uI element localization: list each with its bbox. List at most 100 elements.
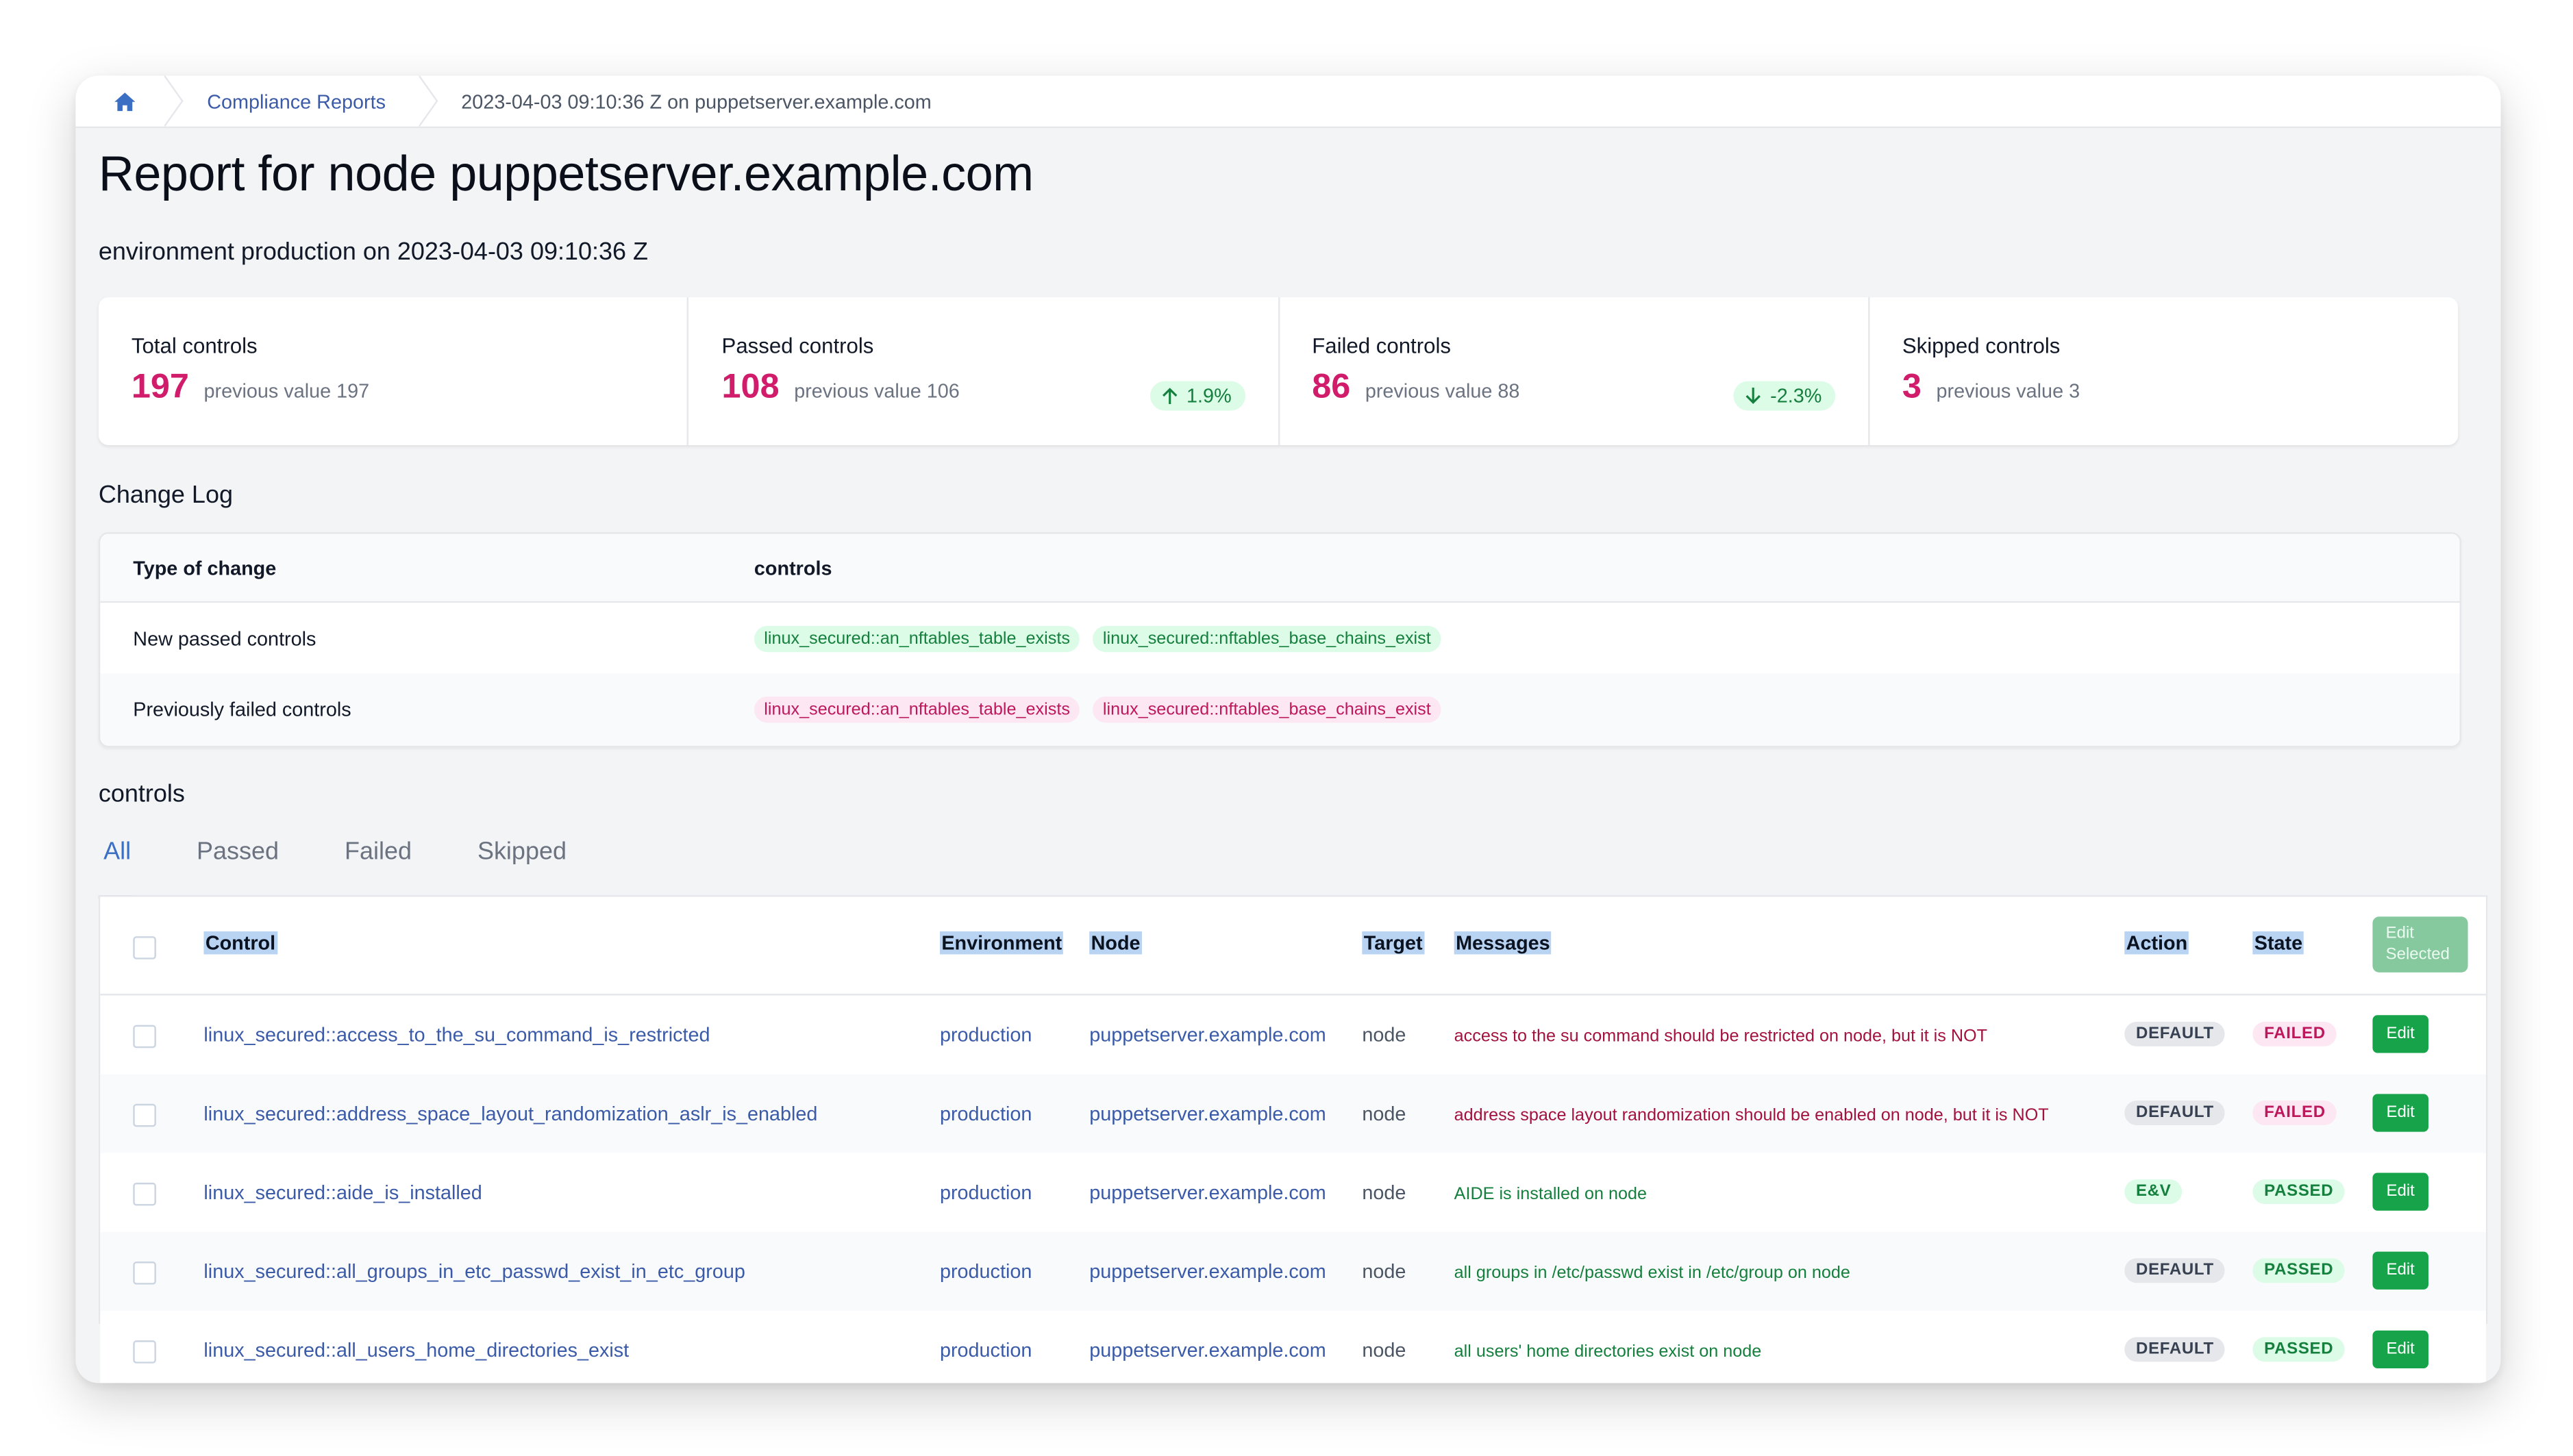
- target-cell: node: [1362, 1338, 1406, 1362]
- environment-link[interactable]: production: [940, 1181, 1032, 1205]
- state-badge: PASSED: [2252, 1179, 2346, 1205]
- stat-value: 3: [1902, 368, 1922, 406]
- stat-label: Failed controls: [1312, 333, 1451, 358]
- action-badge: E&V: [2124, 1179, 2183, 1205]
- control-pill: linux_secured::an_nftables_table_exists: [754, 696, 1080, 723]
- tab-passed[interactable]: Passed: [192, 838, 284, 866]
- stat-value: 197: [131, 368, 189, 406]
- action-badge: DEFAULT: [2124, 1337, 2226, 1362]
- changelog-row: New passed controls linux_secured::an_nf…: [100, 603, 2460, 674]
- edit-button[interactable]: Edit: [2372, 1251, 2428, 1290]
- app-window: Compliance Reports 2023-04-03 09:10:36 Z…: [75, 75, 2501, 1383]
- message-cell: access to the su command should be restr…: [1454, 1027, 1987, 1046]
- environment-link[interactable]: production: [940, 1023, 1032, 1046]
- environment-link[interactable]: production: [940, 1102, 1032, 1125]
- arrow-up-icon: [1163, 388, 1178, 405]
- control-link[interactable]: linux_secured::all_groups_in_etc_passwd_…: [203, 1260, 745, 1283]
- row-checkbox[interactable]: [133, 1025, 156, 1049]
- stat-label: Passed controls: [721, 333, 874, 358]
- node-link[interactable]: puppetserver.example.com: [1089, 1102, 1326, 1125]
- environment-link[interactable]: production: [940, 1260, 1032, 1283]
- breadcrumb-current: 2023-04-03 09:10:36 Z on puppetserver.ex…: [461, 89, 932, 113]
- state-badge: FAILED: [2252, 1100, 2337, 1125]
- table-row: linux_secured::address_space_layout_rand…: [100, 1074, 2486, 1153]
- table-row: linux_secured::access_to_the_su_command_…: [100, 995, 2486, 1074]
- changelog-type: Previously failed controls: [133, 698, 351, 721]
- node-link[interactable]: puppetserver.example.com: [1089, 1339, 1326, 1362]
- stat-previous: previous value 197: [203, 379, 370, 403]
- controls-tabs: All Passed Failed Skipped: [98, 838, 627, 899]
- control-link[interactable]: linux_secured::access_to_the_su_command_…: [203, 1023, 710, 1046]
- edit-selected-button[interactable]: Edit Selected: [2372, 916, 2468, 972]
- target-cell: node: [1362, 1102, 1406, 1125]
- message-cell: all users' home directories exist on nod…: [1454, 1342, 1762, 1362]
- stat-previous: previous value 88: [1365, 379, 1520, 403]
- target-cell: node: [1362, 1023, 1406, 1046]
- changelog-row: Previously failed controls linux_secured…: [100, 673, 2460, 746]
- control-link[interactable]: linux_secured::aide_is_installed: [203, 1181, 482, 1205]
- stat-total: Total controls 197 previous value 197: [99, 297, 689, 445]
- changelog-type: New passed controls: [133, 627, 316, 650]
- header-target[interactable]: Target: [1362, 931, 1425, 955]
- state-badge: PASSED: [2252, 1258, 2346, 1283]
- changelog-header-type: Type of change: [133, 555, 277, 579]
- tab-failed[interactable]: Failed: [340, 838, 417, 866]
- table-header: Control Environment Node Target Messages…: [100, 896, 2486, 996]
- message-cell: AIDE is installed on node: [1454, 1184, 1648, 1205]
- breadcrumb: Compliance Reports 2023-04-03 09:10:36 Z…: [75, 75, 2501, 129]
- page-title: Report for node puppetserver.example.com: [98, 147, 1034, 203]
- arrow-down-icon: [1746, 388, 1761, 404]
- header-messages[interactable]: Messages: [1454, 931, 1552, 955]
- row-checkbox[interactable]: [133, 1262, 156, 1285]
- controls-table: Control Environment Node Target Messages…: [98, 895, 2488, 1383]
- control-pill: linux_secured::nftables_base_chains_exis…: [1093, 625, 1441, 652]
- action-badge: DEFAULT: [2124, 1021, 2226, 1046]
- breadcrumb-home[interactable]: [75, 75, 184, 127]
- row-checkbox[interactable]: [133, 1340, 156, 1364]
- delta-badge: 1.9%: [1150, 381, 1245, 411]
- tab-skipped[interactable]: Skipped: [473, 838, 571, 866]
- stat-failed: Failed controls 86 previous value 88 -2.…: [1279, 297, 1869, 445]
- stat-previous: previous value 3: [1936, 379, 2080, 403]
- tab-all[interactable]: All: [98, 838, 136, 899]
- changelog-title: Change Log: [98, 481, 233, 510]
- header-environment[interactable]: Environment: [939, 931, 1064, 955]
- delta-value: -2.3%: [1770, 384, 1822, 407]
- breadcrumb-compliance-reports[interactable]: Compliance Reports: [207, 90, 386, 113]
- table-row: linux_secured::aide_is_installed product…: [100, 1153, 2486, 1232]
- target-cell: node: [1362, 1259, 1406, 1283]
- control-link[interactable]: linux_secured::address_space_layout_rand…: [203, 1102, 817, 1125]
- header-action[interactable]: Action: [2124, 931, 2189, 955]
- header-state[interactable]: State: [2252, 931, 2304, 955]
- stats-panel: Total controls 197 previous value 197 Pa…: [98, 297, 2459, 445]
- select-all-checkbox[interactable]: [133, 936, 156, 959]
- breadcrumb-separator-icon: [418, 75, 438, 127]
- stat-label: Total controls: [131, 333, 258, 358]
- header-node[interactable]: Node: [1089, 931, 1142, 955]
- target-cell: node: [1362, 1181, 1406, 1205]
- row-checkbox[interactable]: [133, 1182, 156, 1206]
- state-badge: PASSED: [2252, 1337, 2346, 1362]
- page-subtitle: environment production on 2023-04-03 09:…: [98, 238, 648, 266]
- delta-value: 1.9%: [1186, 384, 1232, 407]
- stat-previous: previous value 106: [794, 379, 960, 403]
- edit-button[interactable]: Edit: [2372, 1330, 2428, 1368]
- node-link[interactable]: puppetserver.example.com: [1089, 1023, 1326, 1046]
- message-cell: address space layout randomization shoul…: [1454, 1105, 2049, 1125]
- environment-link[interactable]: production: [940, 1339, 1032, 1362]
- changelog-table: Type of change controls New passed contr…: [98, 532, 2461, 748]
- edit-button[interactable]: Edit: [2372, 1094, 2428, 1132]
- stat-passed: Passed controls 108 previous value 106 1…: [689, 297, 1280, 445]
- stat-value: 108: [721, 368, 780, 406]
- edit-button[interactable]: Edit: [2372, 1172, 2428, 1211]
- edit-button[interactable]: Edit: [2372, 1015, 2428, 1053]
- table-row: linux_secured::all_users_home_directorie…: [100, 1311, 2486, 1383]
- row-checkbox[interactable]: [133, 1103, 156, 1127]
- header-control[interactable]: Control: [203, 931, 277, 955]
- node-link[interactable]: puppetserver.example.com: [1089, 1260, 1326, 1283]
- action-badge: DEFAULT: [2124, 1100, 2226, 1125]
- action-badge: DEFAULT: [2124, 1258, 2226, 1283]
- changelog-header: Type of change controls: [100, 534, 2460, 603]
- control-link[interactable]: linux_secured::all_users_home_directorie…: [203, 1339, 629, 1362]
- node-link[interactable]: puppetserver.example.com: [1089, 1181, 1326, 1205]
